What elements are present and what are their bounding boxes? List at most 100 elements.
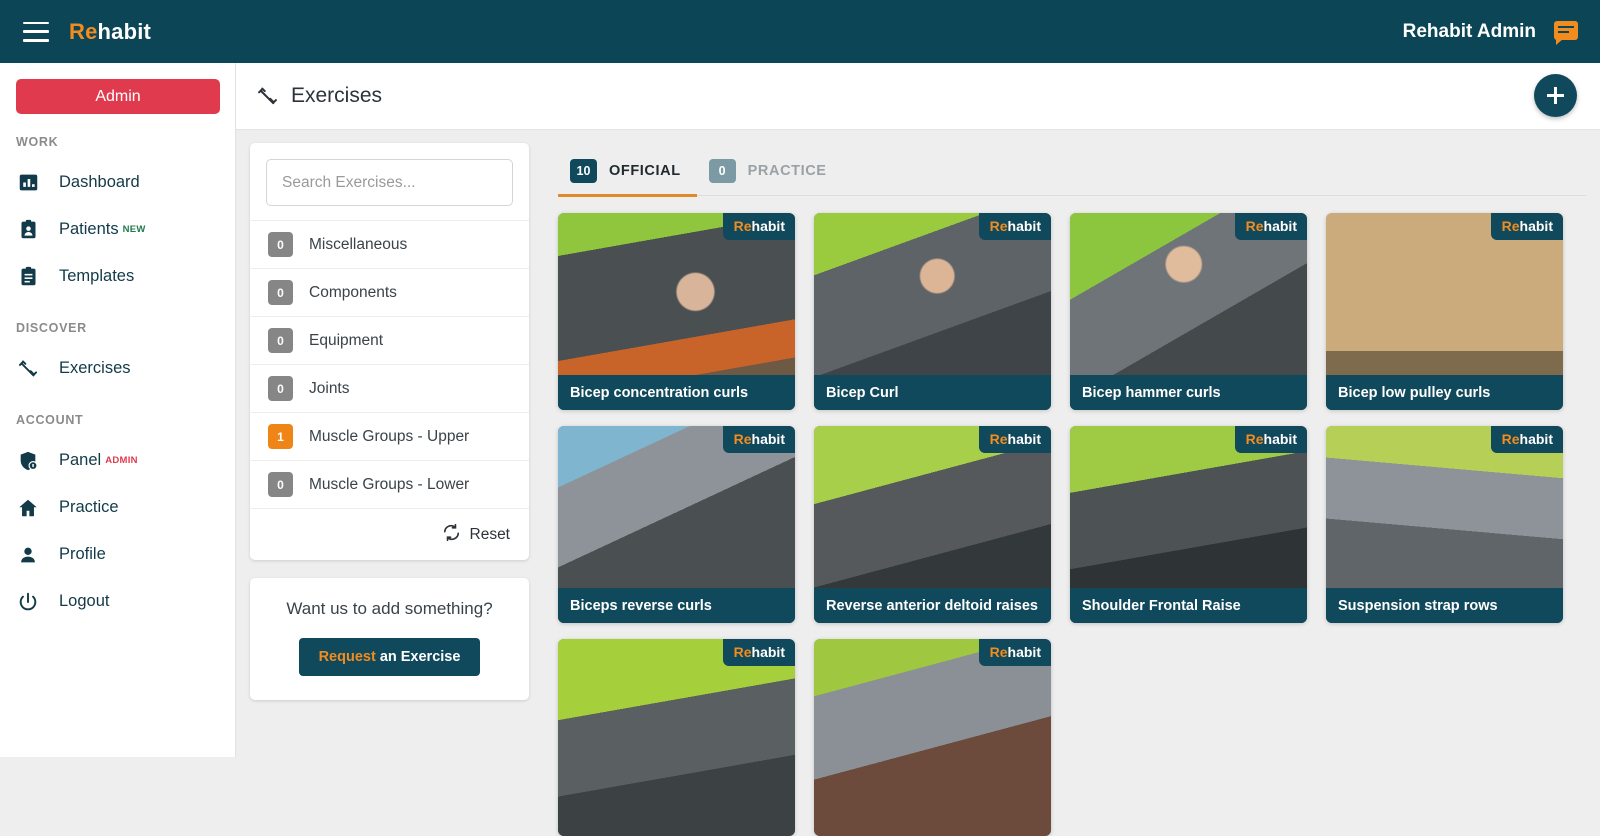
sidebar-item-profile[interactable]: Profile <box>0 531 235 578</box>
watermark-suffix: habit <box>1263 218 1297 234</box>
watermark-prefix: Re <box>1245 431 1264 447</box>
tab-official[interactable]: 10 OFFICIAL <box>558 159 697 197</box>
tab-count-badge: 10 <box>570 159 597 183</box>
promo-title: Want us to add something? <box>286 599 493 618</box>
watermark-prefix: Re <box>989 644 1008 660</box>
page-title: Exercises <box>291 84 383 107</box>
power-icon <box>16 590 40 614</box>
rehabit-watermark: Rehabit <box>978 639 1051 666</box>
exercise-card[interactable]: Rehabit Suspension strap rows <box>1326 426 1563 623</box>
filter-row-joints[interactable]: 0 Joints <box>250 364 529 412</box>
tab-label: OFFICIAL <box>609 163 681 179</box>
watermark-suffix: habit <box>1263 431 1297 447</box>
sidebar-item-dashboard[interactable]: Dashboard <box>0 159 235 206</box>
top-bar-right-group: Rehabit Admin <box>1402 20 1578 45</box>
exercise-title: Suspension strap rows <box>1326 588 1563 623</box>
sidebar-item-panel[interactable]: Panel ADMIN <box>0 437 235 484</box>
chat-bubble-icon[interactable] <box>1554 20 1578 45</box>
sidebar-item-templates[interactable]: Templates <box>0 253 235 300</box>
watermark-suffix: habit <box>1519 218 1553 234</box>
filter-label: Components <box>309 283 397 301</box>
sidebar-item-exercises[interactable]: Exercises <box>0 345 235 392</box>
exercise-title: Bicep concentration curls <box>558 375 795 410</box>
exercise-tabs: 10 OFFICIAL 0 PRACTICE <box>558 143 1586 197</box>
request-exercise-button[interactable]: Request an Exercise <box>298 638 481 676</box>
request-exercise-panel: Want us to add something? Request an Exe… <box>250 578 529 700</box>
rehabit-watermark: Rehabit <box>722 639 795 666</box>
watermark-suffix: habit <box>751 431 785 447</box>
logo-prefix: Re <box>69 18 98 44</box>
filter-count-badge: 0 <box>268 280 293 305</box>
filter-row-miscellaneous[interactable]: 0 Miscellaneous <box>250 220 529 268</box>
admin-button[interactable]: Admin <box>16 79 220 114</box>
watermark-prefix: Re <box>733 644 752 660</box>
patient-card-icon <box>16 218 40 242</box>
filter-row-equipment[interactable]: 0 Equipment <box>250 316 529 364</box>
hamburger-menu-icon[interactable] <box>23 21 49 42</box>
body-area: 0 Miscellaneous 0 Components 0 Equipment… <box>236 130 1600 836</box>
exercise-card[interactable]: Rehabit Bicep low pulley curls <box>1326 213 1563 410</box>
sidebar-badge-admin: ADMIN <box>105 455 138 466</box>
exercise-card[interactable]: Rehabit Bicep hammer curls <box>1070 213 1307 410</box>
shield-icon <box>16 449 40 473</box>
tab-label: PRACTICE <box>747 163 827 179</box>
results-column: 10 OFFICIAL 0 PRACTICE Rehabit Bicep con… <box>529 143 1600 836</box>
exercise-title: Shoulder Frontal Raise <box>1070 588 1307 623</box>
filter-row-muscle-groups-upper[interactable]: 1 Muscle Groups - Upper <box>250 412 529 460</box>
add-exercise-button[interactable] <box>1534 74 1577 117</box>
exercise-card[interactable]: Rehabit Reverse anterior deltoid raises <box>814 426 1051 623</box>
main-content: Exercises 0 Miscellaneous 0 Components <box>236 63 1600 836</box>
filter-row-components[interactable]: 0 Components <box>250 268 529 316</box>
filter-label: Muscle Groups - Lower <box>309 475 470 493</box>
exercise-card[interactable]: Rehabit <box>814 639 1051 836</box>
filter-row-muscle-groups-lower[interactable]: 0 Muscle Groups - Lower <box>250 460 529 508</box>
exercise-card[interactable]: Rehabit Shoulder Frontal Raise <box>1070 426 1307 623</box>
exercise-card[interactable]: Rehabit Bicep concentration curls <box>558 213 795 410</box>
sidebar-item-label: Practice <box>59 498 119 516</box>
exercise-card[interactable]: Rehabit <box>558 639 795 836</box>
reset-filters-button[interactable]: Reset <box>250 508 529 560</box>
refresh-icon <box>442 523 461 547</box>
exercise-card[interactable]: Rehabit Biceps reverse curls <box>558 426 795 623</box>
exercise-title: Reverse anterior deltoid raises <box>814 588 1051 623</box>
person-icon <box>16 543 40 567</box>
tab-count-badge: 0 <box>708 159 736 183</box>
current-user-name: Rehabit Admin <box>1402 20 1536 42</box>
watermark-suffix: habit <box>1007 218 1041 234</box>
top-app-bar: Rehabit Rehabit Admin <box>0 0 1600 63</box>
sidebar-item-label: Panel <box>59 451 102 469</box>
sidebar-item-logout[interactable]: Logout <box>0 578 235 625</box>
sidebar-item-label: Logout <box>59 592 110 610</box>
exercise-card[interactable]: Rehabit Bicep Curl <box>814 213 1051 410</box>
sidebar-item-practice[interactable]: Practice <box>0 484 235 531</box>
chart-bar-icon <box>16 171 40 195</box>
home-icon <box>16 496 40 520</box>
sidebar-badge-new: NEW <box>122 224 146 235</box>
exercise-title: Bicep low pulley curls <box>1326 375 1563 410</box>
search-input[interactable] <box>266 159 513 206</box>
filter-count-badge: 0 <box>268 328 293 353</box>
watermark-suffix: habit <box>1007 431 1041 447</box>
filter-column: 0 Miscellaneous 0 Components 0 Equipment… <box>250 143 529 757</box>
sidebar: Admin WORK Dashboard Patients NEW Templa… <box>0 63 236 757</box>
watermark-prefix: Re <box>1245 218 1264 234</box>
watermark-suffix: habit <box>1519 431 1553 447</box>
rehabit-watermark: Rehabit <box>1490 213 1563 240</box>
exercise-thumbnail <box>814 639 1051 836</box>
exercise-title: Bicep hammer curls <box>1070 375 1307 410</box>
watermark-suffix: habit <box>1007 644 1041 660</box>
reset-label: Reset <box>469 525 511 543</box>
rehabit-watermark: Rehabit <box>978 426 1051 453</box>
sidebar-section-work: WORK <box>16 135 59 149</box>
watermark-prefix: Re <box>1501 431 1520 447</box>
filter-count-badge: 0 <box>268 232 293 257</box>
exercise-title: Bicep Curl <box>814 375 1051 410</box>
search-wrapper <box>250 143 529 220</box>
tab-practice[interactable]: 0 PRACTICE <box>697 159 843 195</box>
sidebar-item-patients[interactable]: Patients NEW <box>0 206 235 253</box>
app-logo[interactable]: Rehabit <box>69 19 151 45</box>
exercise-title: Biceps reverse curls <box>558 588 795 623</box>
sidebar-section-discover: DISCOVER <box>16 321 87 335</box>
filter-panel: 0 Miscellaneous 0 Components 0 Equipment… <box>250 143 529 560</box>
rehabit-watermark: Rehabit <box>722 426 795 453</box>
